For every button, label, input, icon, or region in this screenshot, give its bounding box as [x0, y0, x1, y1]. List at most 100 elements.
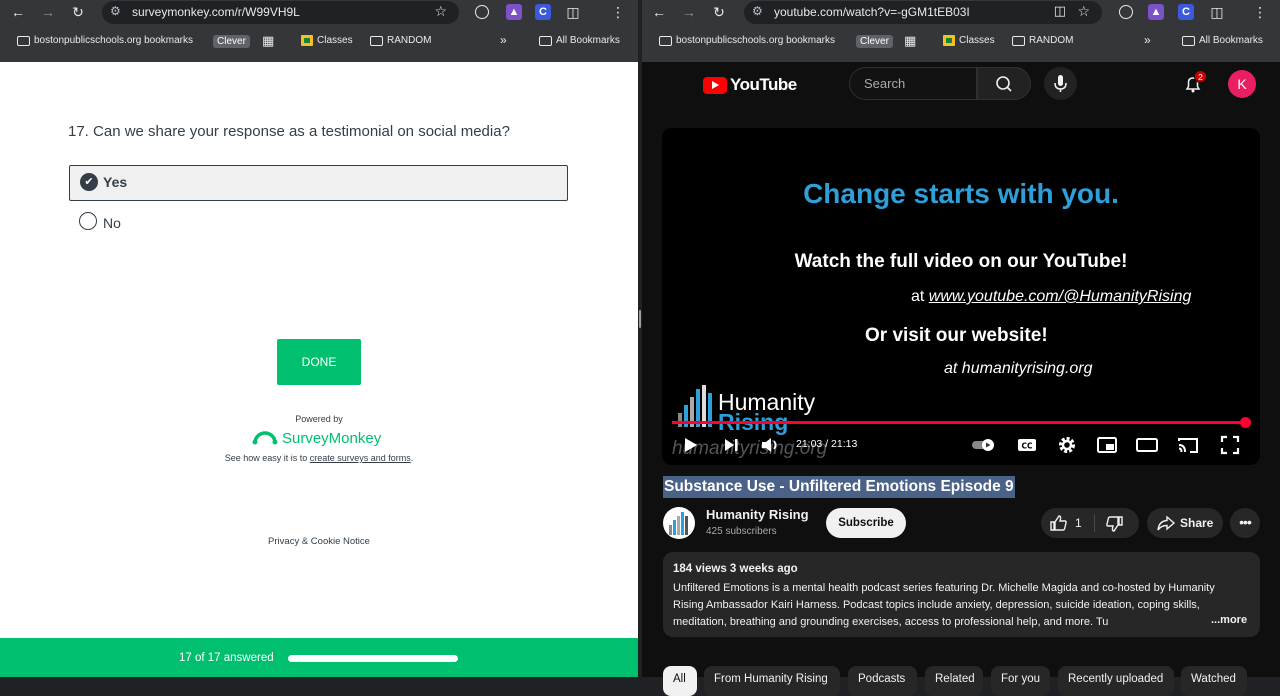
microphone-icon — [1054, 75, 1067, 92]
account-avatar[interactable]: K — [1228, 70, 1256, 98]
chip-for-you[interactable]: For you — [991, 666, 1050, 696]
c-extension-icon[interactable]: C — [535, 4, 551, 20]
captions-icon[interactable]: CC — [1015, 433, 1039, 457]
power-extension-icon[interactable] — [1119, 5, 1133, 19]
tw-extension-icon[interactable]: ▲ — [506, 4, 522, 20]
extensions-puzzle-icon[interactable]: ◫ — [1207, 2, 1227, 22]
done-button[interactable]: DONE — [277, 339, 361, 385]
site-settings-icon[interactable]: ⚙ — [110, 4, 121, 18]
video-line-4: at humanityrising.org — [944, 360, 1093, 377]
all-bookmarks[interactable]: All Bookmarks — [1182, 35, 1263, 46]
address-url: surveymonkey.com/r/W99VH9L — [132, 5, 300, 19]
video-player[interactable]: Change starts with you. Watch the full v… — [662, 128, 1260, 465]
next-icon[interactable] — [719, 433, 743, 457]
channel-avatar[interactable] — [663, 507, 695, 539]
surveymonkey-logo[interactable]: SurveyMonkey — [252, 428, 381, 448]
notifications-button[interactable]: 2 — [1183, 70, 1207, 94]
share-arrow-icon — [1157, 515, 1176, 531]
fullscreen-icon[interactable] — [1218, 433, 1242, 457]
extensions-puzzle-icon[interactable]: ◫ — [563, 2, 583, 22]
chip-from-humanity-rising[interactable]: From Humanity Rising — [704, 666, 840, 696]
back-arrow-icon[interactable]: ← — [8, 2, 28, 22]
search-button[interactable] — [977, 67, 1031, 100]
bookmark-star-icon[interactable]: ☆ — [1077, 3, 1090, 20]
install-app-icon[interactable]: ◫ — [1054, 3, 1066, 19]
channel-name[interactable]: Humanity Rising — [706, 507, 809, 522]
bookmark-folder-bps[interactable]: bostonpublicschools.org bookmarks — [659, 35, 835, 46]
apps-grid-icon[interactable]: ▦ — [262, 33, 274, 49]
video-title[interactable]: Substance Use - Unfiltered Emotions Epis… — [663, 476, 1015, 498]
power-extension-icon[interactable] — [475, 5, 489, 19]
show-more-link[interactable]: ...more — [1211, 614, 1247, 626]
video-progress-bar[interactable] — [672, 421, 1246, 424]
folder-icon — [659, 35, 672, 46]
bookmark-label: All Bookmarks — [1199, 35, 1263, 46]
folder-icon — [1182, 35, 1195, 46]
reload-icon[interactable]: ↻ — [709, 2, 729, 22]
scrubber-handle[interactable] — [1240, 417, 1252, 428]
bookmark-clever[interactable]: Clever — [213, 35, 250, 48]
chip-recently-uploaded[interactable]: Recently uploaded — [1058, 666, 1174, 696]
search-icon — [996, 76, 1012, 92]
c-extension-icon[interactable]: C — [1178, 4, 1194, 20]
bookmark-label: RANDOM — [1029, 35, 1074, 46]
bookmark-folder-random[interactable]: RANDOM — [370, 35, 431, 46]
bookmark-label: bostonpublicschools.org bookmarks — [34, 35, 193, 46]
subscribe-button[interactable]: Subscribe — [826, 508, 906, 538]
divider-grip-icon[interactable] — [639, 310, 641, 328]
theater-mode-icon[interactable] — [1135, 433, 1159, 457]
chrome-menu-icon[interactable]: ⋮ — [608, 2, 628, 22]
bookmark-star-icon[interactable]: ☆ — [434, 3, 447, 20]
thumbs-down-icon[interactable] — [1104, 515, 1124, 533]
thumbs-up-icon[interactable] — [1049, 514, 1069, 532]
privacy-link[interactable]: Privacy & Cookie Notice — [0, 536, 638, 547]
humanity-rising-bars-icon — [669, 512, 688, 535]
bookmark-clever[interactable]: Clever — [856, 35, 893, 48]
miniplayer-icon[interactable] — [1095, 433, 1119, 457]
create-surveys-link[interactable]: create surveys and forms — [310, 453, 411, 463]
forward-arrow-icon[interactable]: → — [38, 2, 58, 22]
reload-icon[interactable]: ↻ — [68, 2, 88, 22]
cast-icon[interactable] — [1176, 433, 1200, 457]
more-actions-button[interactable]: ••• — [1230, 508, 1260, 538]
chip-related[interactable]: Related — [925, 666, 983, 696]
tw-extension-icon[interactable]: ▲ — [1148, 4, 1164, 20]
description-box[interactable]: 184 views 3 weeks ago Unfiltered Emotion… — [663, 552, 1260, 637]
bookmark-classes[interactable]: Classes — [301, 35, 353, 46]
bookmarks-overflow-icon[interactable]: » — [500, 33, 507, 47]
line2-link: www.youtube.com/@HumanityRising — [928, 288, 1192, 305]
bookmark-folder-bps[interactable]: bostonpublicschools.org bookmarks — [17, 35, 193, 46]
bookmarks-overflow-icon[interactable]: » — [1144, 33, 1151, 47]
autoplay-toggle-icon[interactable] — [970, 433, 1000, 457]
option-label: Yes — [103, 174, 128, 190]
all-bookmarks[interactable]: All Bookmarks — [539, 35, 620, 46]
chrome-menu-icon[interactable]: ⋮ — [1250, 2, 1270, 22]
play-icon[interactable] — [678, 433, 702, 457]
bookmark-folder-random[interactable]: RANDOM — [1012, 35, 1073, 46]
radio-empty-icon[interactable] — [79, 212, 97, 230]
chip-watched[interactable]: Watched — [1181, 666, 1247, 696]
address-bar[interactable]: ⚙ youtube.com/watch?v=-gGM1tEB03I ◫ ☆ — [744, 1, 1102, 24]
address-url: youtube.com/watch?v=-gGM1tEB03I — [774, 5, 970, 19]
surveymonkey-mark-icon — [252, 431, 278, 445]
surveymonkey-window: ← → ↻ ⚙ surveymonkey.com/r/W99VH9L ☆ ▲ C… — [0, 0, 638, 677]
address-bar[interactable]: ⚙ surveymonkey.com/r/W99VH9L ☆ — [102, 1, 459, 24]
volume-icon[interactable] — [758, 433, 782, 457]
voice-search-button[interactable] — [1044, 67, 1077, 100]
back-arrow-icon[interactable]: ← — [649, 2, 669, 22]
bookmark-label: bostonpublicschools.org bookmarks — [676, 35, 835, 46]
forward-arrow-icon[interactable]: → — [679, 2, 699, 22]
tagline-suffix: . — [410, 453, 414, 463]
site-settings-icon[interactable]: ⚙ — [752, 4, 763, 18]
share-button[interactable]: Share — [1147, 508, 1223, 538]
bookmarks-bar: bostonpublicschools.org bookmarks Clever… — [642, 31, 1280, 55]
option-yes[interactable]: ✔ Yes — [69, 165, 568, 201]
apps-grid-icon[interactable]: ▦ — [904, 33, 916, 49]
chip-all[interactable]: All — [663, 666, 697, 696]
youtube-logo[interactable]: YouTube — [703, 75, 797, 95]
bookmark-classes[interactable]: Classes — [943, 35, 995, 46]
search-placeholder: Search — [864, 76, 906, 91]
chip-podcasts[interactable]: Podcasts — [848, 666, 917, 696]
settings-gear-icon[interactable] — [1055, 433, 1079, 457]
search-input[interactable]: Search — [849, 67, 977, 100]
